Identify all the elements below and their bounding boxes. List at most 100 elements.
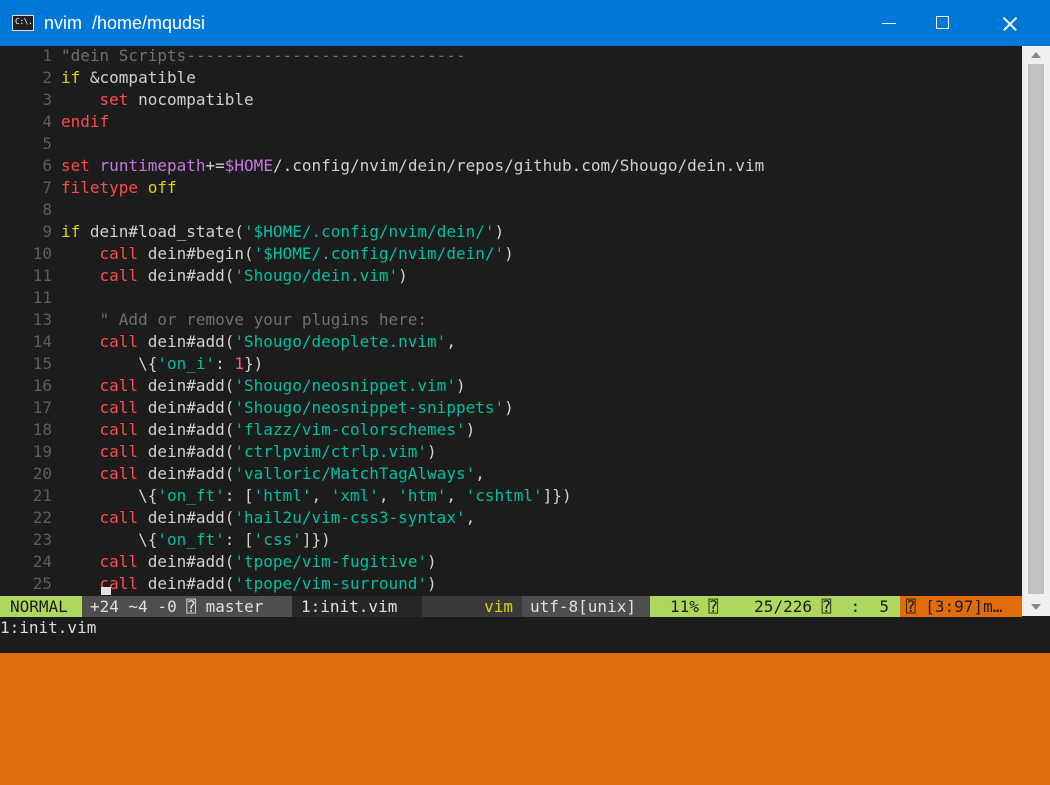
code-line[interactable]: 8 (0, 199, 61, 221)
code-token: , (475, 464, 485, 483)
code-token: call (99, 508, 139, 527)
code-line[interactable]: 15 \{'on_i': 1}) (0, 353, 264, 375)
code-line[interactable]: 20 call dein#add('valloric/MatchTagAlway… (0, 463, 485, 485)
code-line[interactable]: 6 set runtimepath+=$HOME/.config/nvim/dei… (0, 155, 764, 177)
code-token: runtimepath (99, 156, 206, 175)
line-number: 22 (32, 508, 52, 527)
code-line[interactable]: 23 \{'on_ft': ['css']}) (0, 529, 331, 551)
maximize-button[interactable] (920, 0, 966, 46)
code-token: call (99, 376, 139, 395)
code-token: ) (427, 552, 437, 571)
code-line[interactable]: 22 call dein#add('hail2u/vim-css3-syntax… (0, 507, 475, 529)
scrollbar-thumb[interactable] (1028, 64, 1044, 594)
code-line[interactable]: 25 call dein#add('tpope/vim-surround') (0, 573, 437, 595)
code-line[interactable]: 19 call dein#add('ctrlpvim/ctrlp.vim') (0, 441, 437, 463)
code-line[interactable]: 9 if dein#load_state('$HOME/.config/nvim/… (0, 221, 504, 243)
code-token: }) (244, 354, 264, 373)
code-line[interactable]: 1 "dein Scripts--------------------------… (0, 46, 465, 67)
code-token: dein#add( (138, 376, 235, 395)
code-line[interactable]: 11 call dein#add('Shougo/dein.vim') (0, 265, 408, 287)
line-number: 19 (32, 442, 52, 461)
code-line[interactable]: 7 filetype off (0, 177, 176, 199)
code-line[interactable]: 10 call dein#begin('$HOME/.config/nvim/d… (0, 243, 514, 265)
code-token: '$HOME/.config/nvim/dein/' (244, 222, 495, 241)
code-line[interactable]: 13 " Add or remove your plugins here: (0, 309, 427, 331)
code-token: dein#add( (138, 266, 235, 285)
line-number: 20 (32, 464, 52, 483)
line-number: 11 (32, 288, 52, 307)
code-line[interactable]: 2 if &compatible (0, 67, 196, 89)
line-number: 15 (32, 354, 52, 373)
code-token: 'Shougo/neosnippet-snippets' (234, 398, 505, 417)
code-line[interactable]: 3 set nocompatible (0, 89, 254, 111)
code-line[interactable]: 11 (0, 287, 61, 309)
code-line[interactable]: 14 call dein#add('Shougo/deoplete.nvim', (0, 331, 456, 353)
code-token: 1 (234, 354, 245, 373)
buffer-name: 1:init.vim (292, 596, 422, 617)
code-token: call (99, 266, 139, 285)
code-line[interactable]: 18 call dein#add('flazz/vim-colorschemes… (0, 419, 475, 441)
console-app-icon[interactable]: C:\. (12, 15, 34, 31)
code-token: 'tpope/vim-fugitive' (234, 552, 428, 571)
code-token: 'Shougo/neosnippet.vim' (234, 376, 456, 395)
code-token: ) (427, 574, 437, 593)
code-token: 'hail2u/vim-css3-syntax' (234, 508, 466, 527)
code-token: 'valloric/MatchTagAlways' (234, 464, 476, 483)
code-token: 'html' (253, 486, 312, 505)
minimize-button[interactable] (866, 0, 912, 46)
code-token: dein#add( (138, 398, 235, 417)
line-number: 25 (32, 574, 52, 593)
line-number: 3 (42, 90, 52, 109)
code-token: nocompatible (128, 90, 254, 109)
code-token: dein#add( (138, 464, 235, 483)
code-line[interactable]: 21 \{'on_ft': ['html', 'xml', 'htm', 'cs… (0, 485, 572, 507)
vertical-scrollbar[interactable] (1022, 46, 1050, 616)
code-token: call (99, 332, 139, 351)
close-button[interactable] (990, 0, 1036, 46)
code-token: dein#add( (138, 442, 235, 461)
code-token: ) (398, 266, 408, 285)
scroll-up-arrow-icon[interactable] (1022, 46, 1050, 64)
line-number: 5 (42, 134, 52, 153)
code-token: '$HOME/.config/nvim/dein/' (253, 244, 505, 263)
scroll-down-arrow-icon[interactable] (1022, 598, 1050, 616)
code-token: , (378, 486, 399, 505)
code-token: if (61, 68, 81, 87)
command-line[interactable]: 1:init.vim (0, 617, 1022, 638)
code-token: , (465, 508, 476, 527)
code-token: ) (427, 442, 437, 461)
code-token: /.config/nvim/dein/repos/github.com/Shou… (272, 156, 765, 175)
code-line[interactable]: 16 call dein#add('Shougo/neosnippet.vim'… (0, 375, 466, 397)
code-token: dein#load_state( (80, 222, 245, 241)
title-bar[interactable]: C:\. nvim /home/mqudsi (0, 0, 1050, 46)
line-number: 14 (32, 332, 52, 351)
code-token: call (99, 420, 139, 439)
code-token: if (61, 222, 81, 241)
code-token: " Add or remove your plugins here: (99, 310, 428, 329)
code-token: &compatible (80, 68, 196, 87)
line-number: 4 (42, 112, 52, 131)
code-line[interactable]: 24 call dein#add('tpope/vim-fugitive') (0, 551, 437, 573)
editor-buffer[interactable]: 1 "dein Scripts--------------------------… (0, 46, 1022, 596)
code-token: ) (455, 376, 466, 395)
code-line[interactable]: 4 endif (0, 111, 109, 133)
code-token: : (215, 354, 235, 373)
code-token: filetype (61, 178, 139, 197)
code-token: set (61, 156, 90, 175)
code-line[interactable]: 17 call dein#add('Shougo/neosnippet-snip… (0, 397, 514, 419)
code-token: \{ (61, 486, 158, 505)
filetype-indicator: vim (422, 596, 522, 617)
code-token: 'on_ft' (157, 486, 225, 505)
code-line[interactable]: 5 (0, 133, 61, 155)
code-token: call (99, 464, 139, 483)
code-token: call (99, 244, 139, 263)
code-token: 'xml' (330, 486, 379, 505)
code-token: 'Shougo/dein.vim' (234, 266, 399, 285)
code-token: call (99, 398, 139, 417)
